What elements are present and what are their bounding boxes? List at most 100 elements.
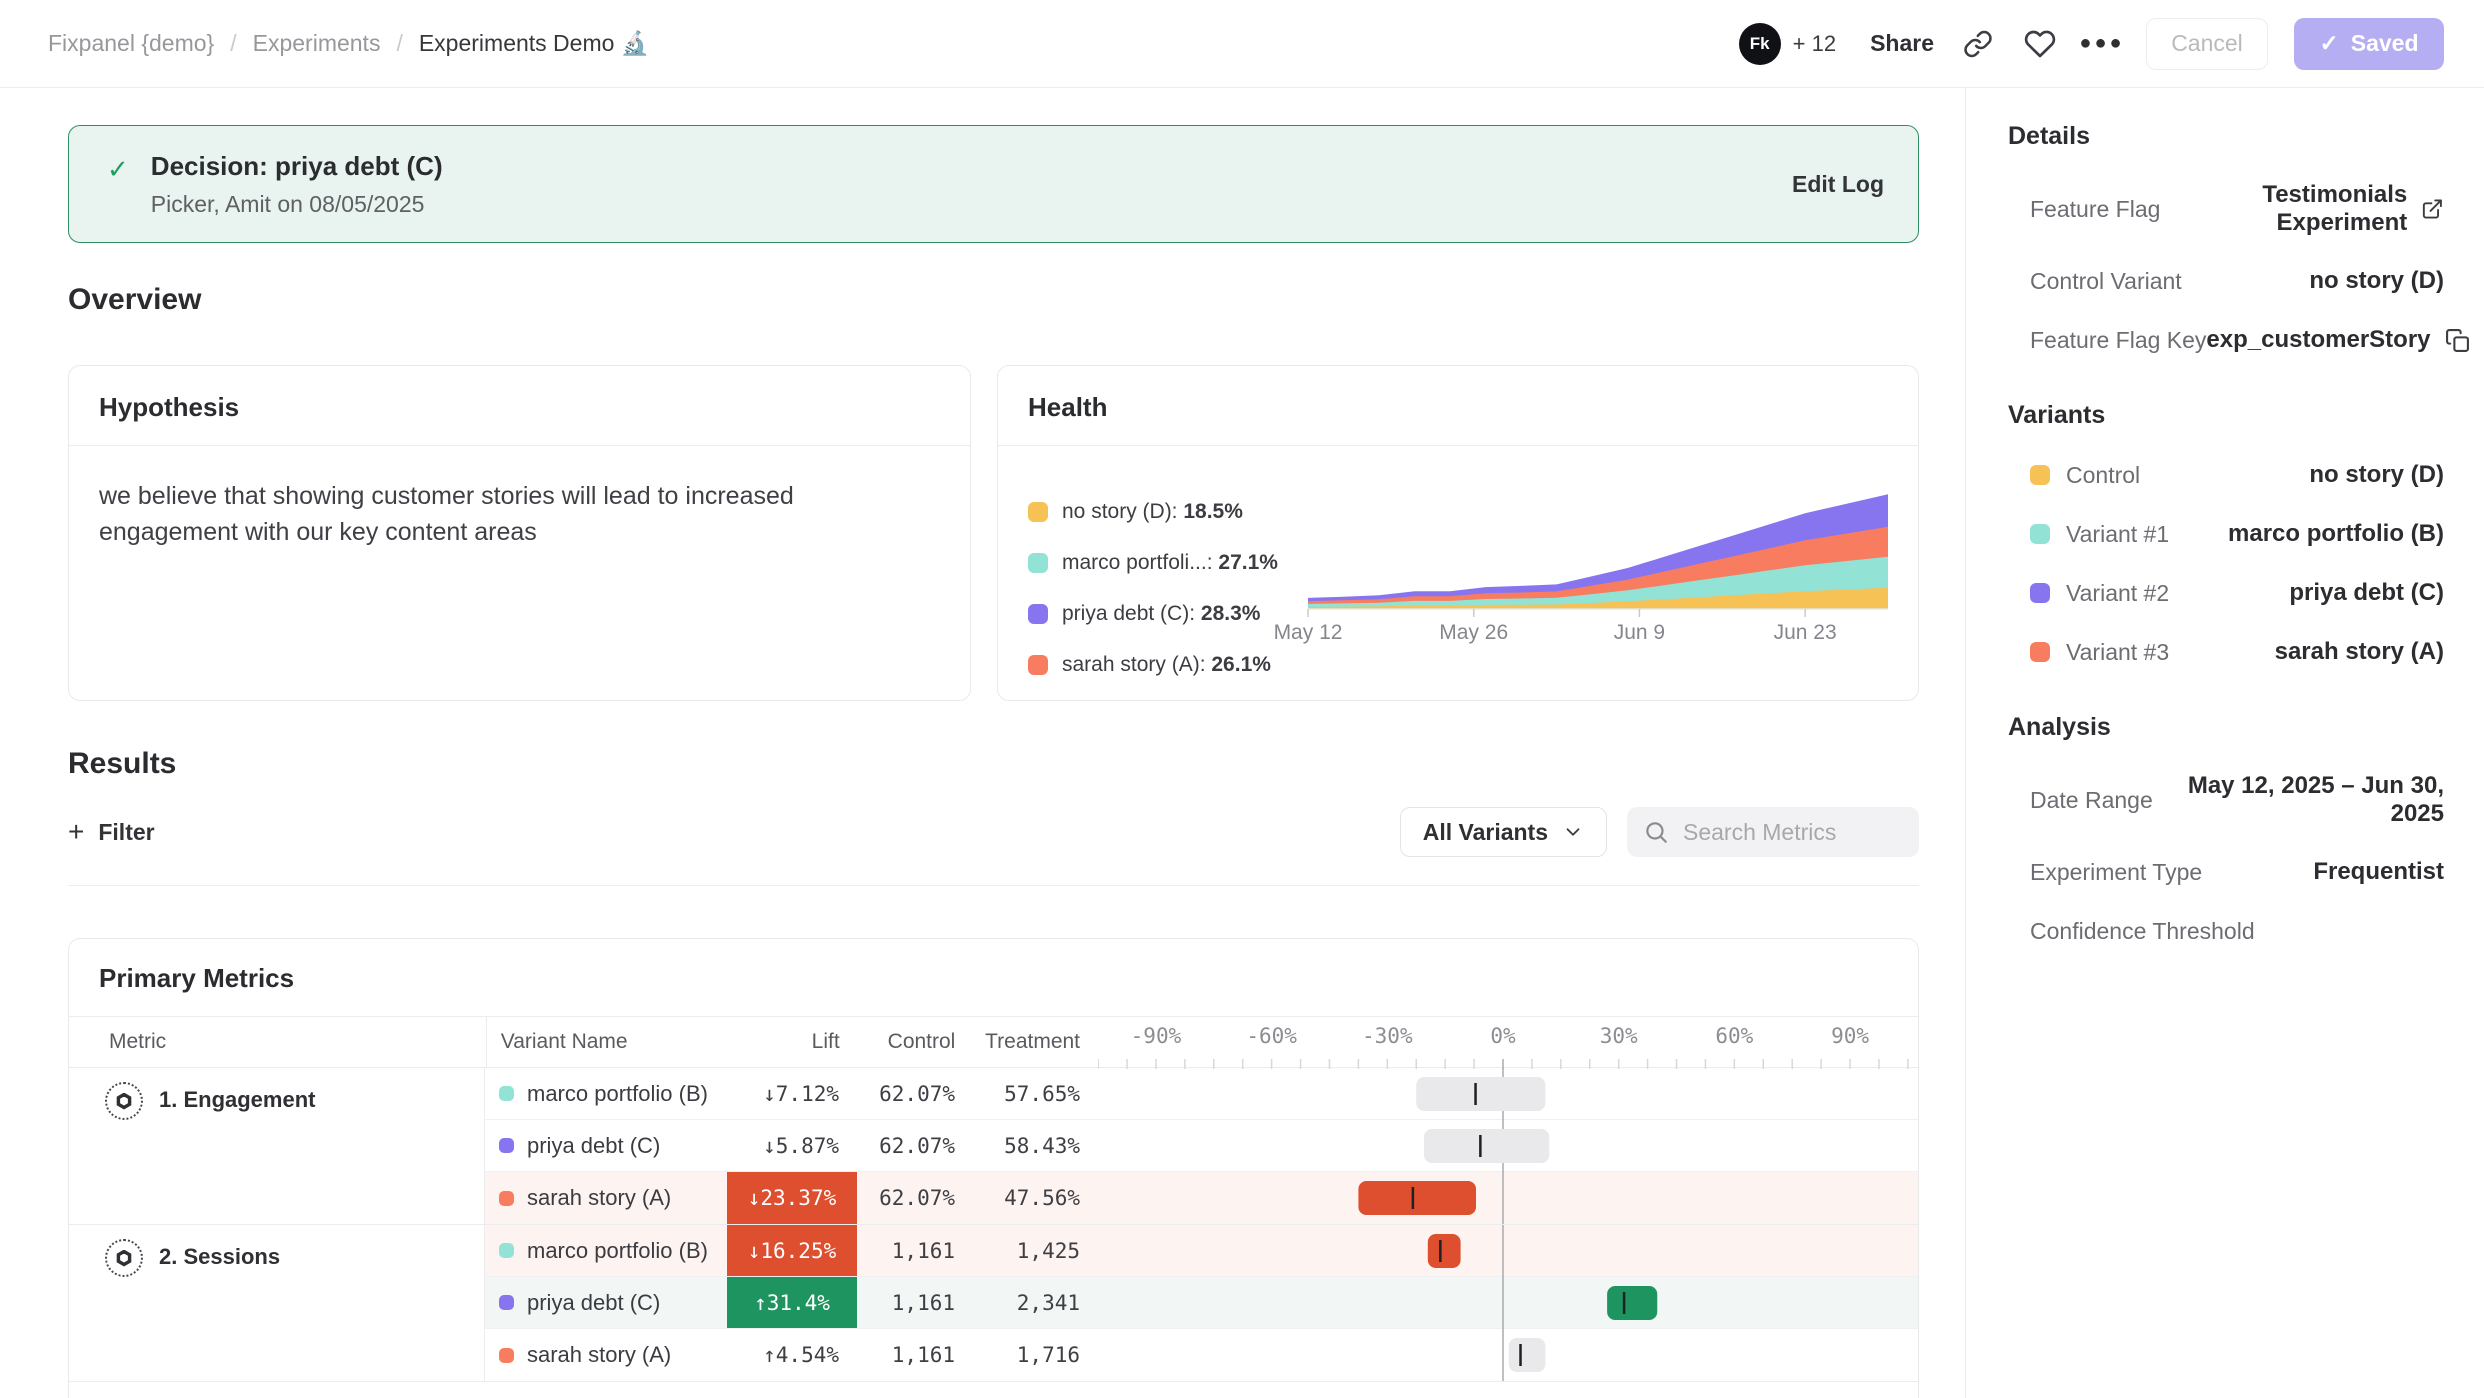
ci-chart-cell <box>1098 1068 1918 1119</box>
variant-value-text: marco portfolio (B) <box>2228 520 2444 548</box>
search-icon <box>1643 819 1669 845</box>
breadcrumb-separator: / <box>396 30 402 57</box>
table-row[interactable]: sarah story (A)↓23.37%62.07%47.56% <box>485 1172 1918 1224</box>
hexagon-icon <box>116 1250 133 1267</box>
breadcrumb-experiments[interactable]: Experiments <box>253 30 381 57</box>
legend-swatch <box>1028 553 1048 573</box>
variant-label: Variant #3 <box>2066 639 2169 666</box>
variant-swatch <box>2030 524 2050 544</box>
control-cell: 62.07% <box>857 1068 973 1119</box>
treatment-value: 1,425 <box>1017 1239 1080 1263</box>
external-link-icon[interactable] <box>2421 196 2444 222</box>
add-metric-button[interactable]: + Add <box>69 1382 1918 1398</box>
variant-name-cell: priya debt (C) <box>485 1120 727 1171</box>
table-row[interactable]: marco portfolio (B)↓16.25%1,1611,425 <box>485 1225 1918 1277</box>
table-row[interactable]: marco portfolio (B)↓7.12%62.07%57.65% <box>485 1068 1918 1120</box>
treatment-cell: 1,425 <box>973 1225 1098 1276</box>
confidence-threshold-label: Confidence Threshold <box>2030 918 2255 945</box>
chevron-down-icon <box>1562 821 1584 843</box>
experiment-type-value: Frequentist <box>2313 858 2444 886</box>
treatment-cell: 58.43% <box>973 1120 1098 1171</box>
variant-value-text: no story (D) <box>2309 461 2444 489</box>
more-options-button[interactable]: ●●● <box>2084 26 2120 62</box>
saved-button[interactable]: ✓ Saved <box>2294 18 2444 70</box>
variant-swatch <box>499 1348 514 1363</box>
cancel-button[interactable]: Cancel <box>2146 18 2268 70</box>
lift-badge: ↓23.37% <box>727 1172 857 1224</box>
svg-text:May 12: May 12 <box>1274 621 1343 644</box>
metric-group: 1. Engagementmarco portfolio (B)↓7.12%62… <box>69 1068 1918 1225</box>
table-row[interactable]: priya debt (C)↑31.4%1,1612,341 <box>485 1277 1918 1329</box>
variant-label-wrap: Variant #3 <box>2030 639 2169 666</box>
treatment-value: 47.56% <box>1004 1186 1080 1210</box>
hexagon-icon <box>116 1093 133 1110</box>
variant-name: priya debt (C) <box>527 1290 660 1316</box>
svg-text:-60%: -60% <box>1246 1024 1297 1048</box>
ci-chart-cell <box>1098 1277 1918 1328</box>
copy-icon[interactable] <box>2445 328 2470 353</box>
feature-flag-value[interactable]: Testimonials Experiment <box>2160 181 2407 237</box>
metric-name: 2. Sessions <box>159 1239 280 1270</box>
date-range-label: Date Range <box>2030 787 2153 814</box>
ci-bar-svg <box>1098 1329 1918 1381</box>
metric-rows: marco portfolio (B)↓16.25%1,1611,425priy… <box>485 1225 1918 1381</box>
breadcrumb-separator: / <box>230 30 236 57</box>
variant-swatch <box>2030 465 2050 485</box>
legend-label: sarah story (A): 26.1% <box>1062 653 1271 677</box>
health-legend-item: marco portfoli...: 27.1% <box>1028 551 1308 575</box>
add-filter-button[interactable]: + Filter <box>68 808 155 856</box>
experiment-type-row: Experiment Type Frequentist <box>2008 857 2444 887</box>
table-row[interactable]: sarah story (A)↑4.54%1,1611,716 <box>485 1329 1918 1381</box>
variant-filter-dropdown[interactable]: All Variants <box>1400 807 1607 857</box>
lift-value: ↓7.12% <box>763 1082 839 1106</box>
column-header-control: Control <box>858 1017 974 1067</box>
svg-text:Jun 23: Jun 23 <box>1774 621 1837 644</box>
treatment-cell: 1,716 <box>973 1329 1098 1381</box>
confidence-threshold-row: Confidence Threshold <box>2008 916 2444 946</box>
decision-banner: ✓ Decision: priya debt (C) Picker, Amit … <box>68 125 1919 243</box>
legend-swatch <box>1028 502 1048 522</box>
metric-cell[interactable]: 2. Sessions <box>69 1225 485 1381</box>
lift-cell: ↑31.4% <box>727 1277 857 1328</box>
decision-title: Decision: priya debt (C) <box>151 151 443 182</box>
breadcrumb: Fixpanel {demo} / Experiments / Experime… <box>48 30 649 57</box>
variant-row: Variant #3sarah story (A) <box>2008 637 2444 667</box>
saved-label: Saved <box>2351 30 2419 57</box>
control-value: 1,161 <box>892 1239 955 1263</box>
lift-cell: ↓16.25% <box>727 1225 857 1276</box>
search-metrics-input[interactable] <box>1683 819 1883 846</box>
variant-value: marco portfolio (B) <box>2228 520 2444 548</box>
collaborators-count[interactable]: + 12 <box>1793 31 1836 57</box>
variant-swatch <box>499 1191 514 1206</box>
share-button[interactable]: Share <box>1870 30 1934 57</box>
avatar[interactable]: Fk <box>1739 23 1781 65</box>
metric-group: 2. Sessionsmarco portfolio (B)↓16.25%1,1… <box>69 1225 1918 1382</box>
variant-value-text: priya debt (C) <box>2289 579 2444 607</box>
health-legend: no story (D): 18.5% marco portfoli...: 27… <box>1028 476 1308 704</box>
favorite-button[interactable] <box>2022 26 2058 62</box>
hypothesis-title: Hypothesis <box>99 392 239 422</box>
legend-label: marco portfoli...: 27.1% <box>1062 551 1278 575</box>
control-value: 62.07% <box>879 1186 955 1210</box>
table-row[interactable]: priya debt (C)↓5.87%62.07%58.43% <box>485 1120 1918 1172</box>
copy-link-icon[interactable] <box>1960 26 1996 62</box>
lift-value: ↓5.87% <box>763 1134 839 1158</box>
feature-flag-key-label: Feature Flag Key <box>2030 327 2206 354</box>
variant-label-wrap: Variant #1 <box>2030 521 2169 548</box>
breadcrumb-project[interactable]: Fixpanel {demo} <box>48 30 214 57</box>
variant-value: no story (D) <box>2309 461 2444 489</box>
variant-row: Variant #1 marco portfolio (B) <box>2008 519 2444 549</box>
health-legend-item: no story (D): 18.5% <box>1028 500 1308 524</box>
health-legend-item: sarah story (A): 26.1% <box>1028 653 1308 677</box>
health-title: Health <box>1028 392 1107 422</box>
edit-log-button[interactable]: Edit Log <box>1792 171 1884 198</box>
control-cell: 1,161 <box>857 1277 973 1328</box>
ci-bar-svg <box>1098 1225 1918 1277</box>
column-header-treatment: Treatment <box>973 1017 1098 1067</box>
hypothesis-card: Hypothesis we believe that showing custo… <box>68 365 971 701</box>
plus-icon: + <box>68 816 84 848</box>
svg-text:-30%: -30% <box>1362 1024 1413 1048</box>
metric-cell[interactable]: 1. Engagement <box>69 1068 485 1224</box>
variant-name-cell: priya debt (C) <box>485 1277 727 1328</box>
control-variant-label: Control Variant <box>2030 268 2182 295</box>
